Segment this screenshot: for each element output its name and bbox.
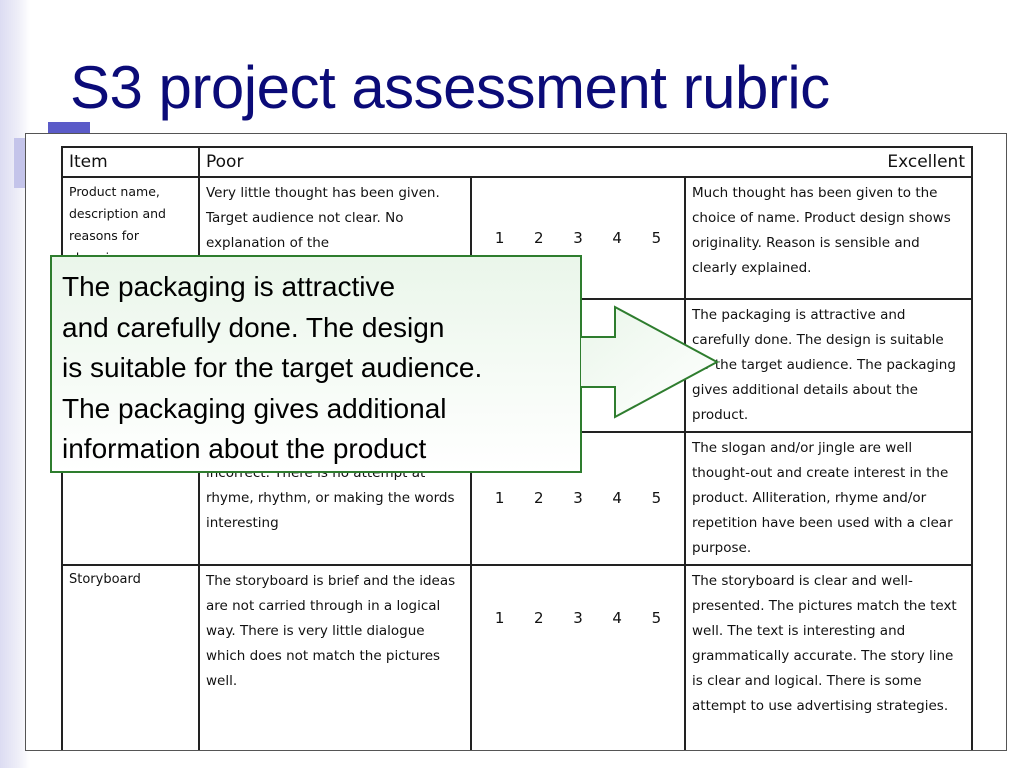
callout-line: and carefully done. The design <box>62 311 445 343</box>
header-item: Item <box>61 146 200 178</box>
score-2: 2 <box>534 228 544 247</box>
score-3: 3 <box>573 489 583 507</box>
row-poor: The storyboard is brief and the ideas ar… <box>198 564 472 750</box>
callout-line: The packaging gives additional <box>62 392 447 424</box>
callout-line: information about the product <box>62 433 427 464</box>
score-4: 4 <box>612 228 622 247</box>
score-3: 3 <box>573 609 583 627</box>
row-excellent: The packaging is attractive and carefull… <box>684 298 973 433</box>
callout-line: The packaging is attractive <box>62 271 396 302</box>
header-scale: Poor Excellent <box>198 146 973 178</box>
score-5: 5 <box>651 489 662 507</box>
score-1: 1 <box>494 489 505 507</box>
callout-box: The packaging is attractive and carefull… <box>50 255 582 473</box>
score-2: 2 <box>534 609 544 627</box>
score-3: 3 <box>573 228 583 247</box>
score-1: 1 <box>494 609 505 627</box>
score-4: 4 <box>612 609 622 627</box>
row-excellent: The storyboard is clear and well-present… <box>684 564 973 750</box>
row-item: Storyboard <box>61 564 200 750</box>
row-excellent: Much thought has been given to the choic… <box>684 176 973 300</box>
row-scores: 1 2 3 4 5 <box>470 564 686 750</box>
score-1: 1 <box>494 228 505 247</box>
score-5: 5 <box>651 609 662 627</box>
row-excellent: The slogan and/or jingle are well though… <box>684 431 973 566</box>
table-row: Storyboard The storyboard is brief and t… <box>61 564 973 750</box>
rubric-header-row: Item Poor Excellent <box>61 146 973 178</box>
slide-title: S3 project assessment rubric <box>70 54 830 121</box>
header-poor: Poor <box>206 152 244 172</box>
score-4: 4 <box>612 489 622 507</box>
right-arrow-icon <box>580 305 720 419</box>
score-5: 5 <box>651 228 662 247</box>
callout-line: is suitable for the target audience. <box>62 352 483 383</box>
score-2: 2 <box>534 489 544 507</box>
header-excellent: Excellent <box>887 152 965 172</box>
